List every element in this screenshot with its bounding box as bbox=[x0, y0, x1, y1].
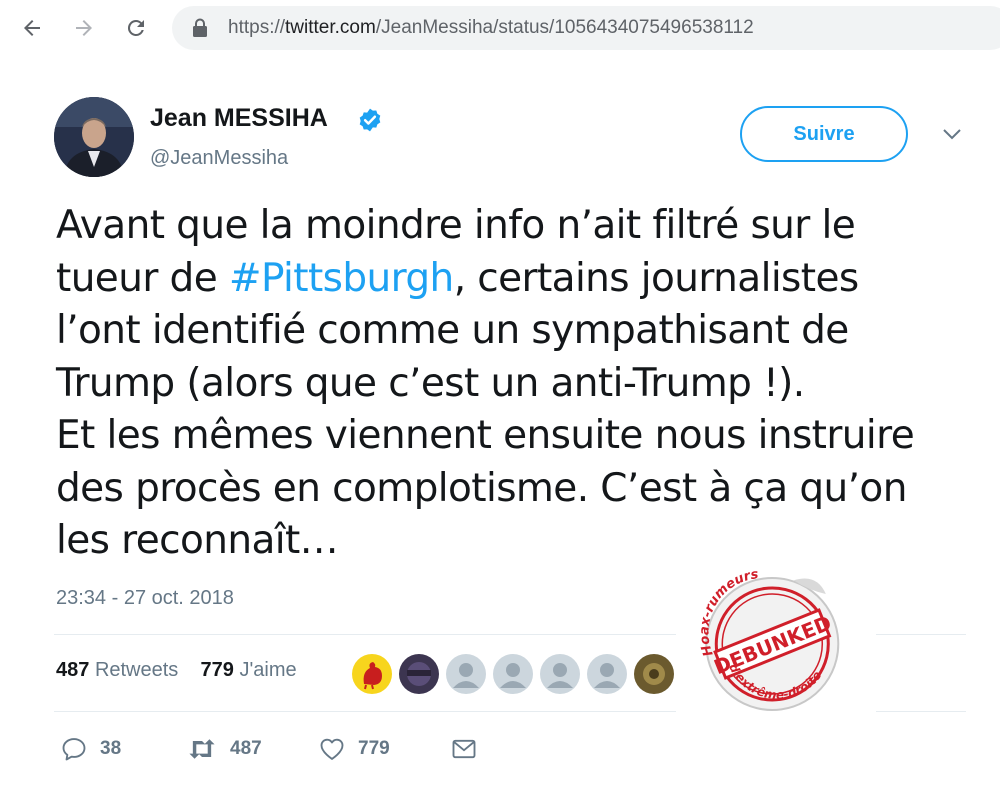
tweet-line: l’ont identifié comme un sympathisant de bbox=[56, 308, 849, 353]
liker-avatar[interactable] bbox=[634, 654, 674, 694]
liker-avatar[interactable] bbox=[446, 654, 486, 694]
liker-avatar[interactable] bbox=[493, 654, 533, 694]
address-bar[interactable]: https://twitter.com/JeanMessiha/status/1… bbox=[172, 6, 1000, 50]
url-path: /JeanMessiha/status/1056434075496538112 bbox=[375, 17, 754, 38]
url-host: twitter.com bbox=[285, 17, 376, 38]
retweet-button[interactable]: 487 bbox=[186, 733, 262, 765]
liker-avatar-image bbox=[399, 654, 439, 694]
back-arrow-icon bbox=[24, 20, 40, 36]
lock-icon bbox=[193, 18, 207, 37]
follow-button[interactable]: Suivre bbox=[740, 106, 908, 162]
like-count: 779 bbox=[358, 738, 390, 759]
chevron-down-icon[interactable] bbox=[940, 126, 964, 142]
liker-avatar[interactable] bbox=[587, 654, 627, 694]
liker-avatar[interactable] bbox=[352, 654, 392, 694]
retweet-count: 487 bbox=[230, 738, 262, 759]
direct-message-button[interactable] bbox=[450, 733, 478, 765]
author-handle[interactable]: @JeanMessiha bbox=[150, 147, 288, 170]
liker-avatar[interactable] bbox=[540, 654, 580, 694]
url-text: https://twitter.com/JeanMessiha/status/1… bbox=[228, 17, 754, 39]
debunked-stamp: Hoax-rumeurs DEBUNKED d'extrême-droite bbox=[676, 560, 876, 720]
heart-icon bbox=[320, 738, 344, 760]
stamp-graphic: Hoax-rumeurs DEBUNKED d'extrême-droite bbox=[676, 560, 876, 720]
reply-icon bbox=[62, 738, 86, 761]
reload-button[interactable] bbox=[120, 12, 152, 44]
tweet-line: Trump (alors que c’est un anti-Trump !). bbox=[56, 360, 805, 406]
tweet-text-segment: , certains journalistes bbox=[453, 255, 860, 301]
tweet-line: des procès en complotisme. C’est à ça qu… bbox=[56, 465, 907, 511]
likes-count[interactable]: 779 bbox=[201, 659, 234, 681]
tweet-text-segment: tueur de bbox=[56, 255, 229, 301]
forward-button[interactable] bbox=[68, 12, 100, 44]
liker-avatar-image bbox=[634, 654, 674, 694]
retweet-icon bbox=[189, 739, 215, 759]
author-avatar[interactable] bbox=[54, 97, 134, 177]
like-button[interactable]: 779 bbox=[318, 733, 390, 765]
default-profile-icon bbox=[547, 663, 573, 688]
reply-button[interactable]: 38 bbox=[60, 733, 121, 765]
verified-badge-icon bbox=[359, 108, 381, 132]
reply-count: 38 bbox=[100, 738, 122, 759]
rooster-avatar-image bbox=[352, 654, 392, 694]
tweet-line: tueur de #Pittsburgh, certains journalis… bbox=[56, 253, 956, 306]
tweet-stats: 487 Retweets 779 J'aime bbox=[56, 659, 297, 682]
tweet-text: Avant que la moindre info n’ait filtré s… bbox=[56, 200, 956, 568]
envelope-icon bbox=[452, 739, 476, 759]
liker-avatar[interactable] bbox=[399, 654, 439, 694]
reload-icon bbox=[127, 19, 144, 36]
default-profile-icon bbox=[500, 663, 526, 688]
retweets-label[interactable]: Retweets bbox=[95, 659, 178, 681]
forward-arrow-icon bbox=[76, 20, 92, 36]
browser-toolbar: https://twitter.com/JeanMessiha/status/1… bbox=[0, 0, 1000, 56]
back-button[interactable] bbox=[16, 12, 48, 44]
default-profile-icon bbox=[453, 663, 479, 688]
tweet-timestamp[interactable]: 23:34 - 27 oct. 2018 bbox=[56, 587, 234, 610]
likes-label[interactable]: J'aime bbox=[239, 659, 296, 681]
author-name[interactable]: Jean MESSIHA bbox=[150, 104, 328, 133]
retweets-count[interactable]: 487 bbox=[56, 659, 89, 681]
tweet-line: Avant que la moindre info n’ait filtré s… bbox=[56, 203, 856, 248]
avatar-image bbox=[54, 97, 134, 177]
tweet-line: Et les mêmes viennent ensuite nous instr… bbox=[56, 413, 915, 458]
hashtag-link[interactable]: #Pittsburgh bbox=[229, 256, 454, 301]
url-scheme: https:// bbox=[228, 17, 286, 38]
default-profile-icon bbox=[594, 663, 620, 688]
